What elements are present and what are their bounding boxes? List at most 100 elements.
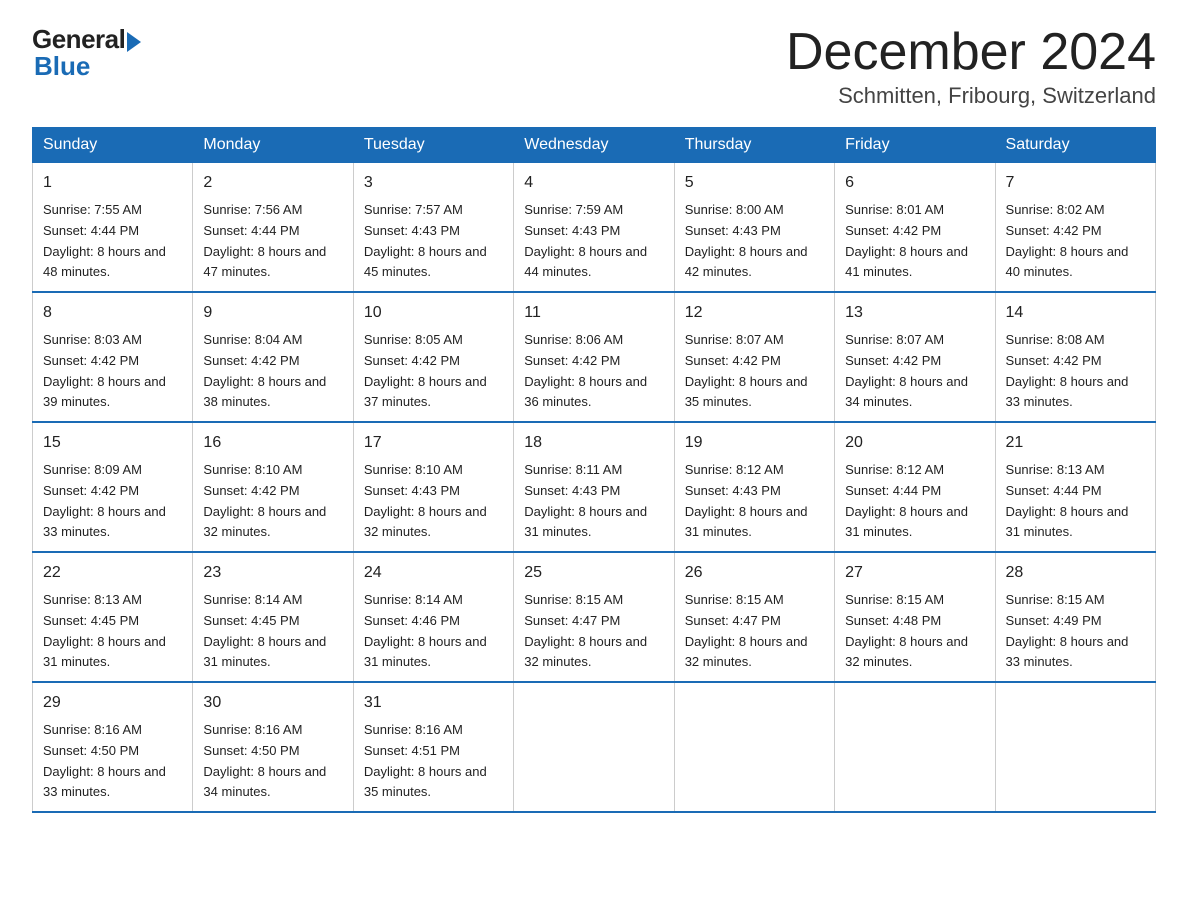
week-row-2: 8 Sunrise: 8:03 AMSunset: 4:42 PMDaylight… bbox=[33, 292, 1156, 422]
day-info: Sunrise: 8:16 AMSunset: 4:50 PMDaylight:… bbox=[43, 720, 182, 803]
day-cell: 6 Sunrise: 8:01 AMSunset: 4:42 PMDaylight… bbox=[835, 163, 995, 292]
week-row-3: 15 Sunrise: 8:09 AMSunset: 4:42 PMDayligh… bbox=[33, 422, 1156, 552]
day-info: Sunrise: 8:14 AMSunset: 4:45 PMDaylight:… bbox=[203, 590, 342, 673]
day-cell: 17 Sunrise: 8:10 AMSunset: 4:43 PMDayligh… bbox=[353, 422, 513, 552]
day-cell: 18 Sunrise: 8:11 AMSunset: 4:43 PMDayligh… bbox=[514, 422, 674, 552]
logo-blue-text: Blue bbox=[34, 51, 90, 82]
day-number: 19 bbox=[685, 431, 824, 456]
day-info: Sunrise: 8:16 AMSunset: 4:51 PMDaylight:… bbox=[364, 720, 503, 803]
col-header-sunday: Sunday bbox=[33, 128, 193, 163]
day-cell bbox=[835, 682, 995, 812]
day-info: Sunrise: 8:10 AMSunset: 4:43 PMDaylight:… bbox=[364, 460, 503, 543]
day-info: Sunrise: 8:16 AMSunset: 4:50 PMDaylight:… bbox=[203, 720, 342, 803]
day-cell: 1 Sunrise: 7:55 AMSunset: 4:44 PMDaylight… bbox=[33, 163, 193, 292]
day-number: 1 bbox=[43, 171, 182, 196]
day-info: Sunrise: 8:13 AMSunset: 4:44 PMDaylight:… bbox=[1006, 460, 1145, 543]
day-info: Sunrise: 8:06 AMSunset: 4:42 PMDaylight:… bbox=[524, 330, 663, 413]
title-block: December 2024 Schmitten, Fribourg, Switz… bbox=[786, 24, 1156, 109]
day-info: Sunrise: 8:03 AMSunset: 4:42 PMDaylight:… bbox=[43, 330, 182, 413]
day-cell: 5Sunrise: 8:00 AMSunset: 4:43 PMDaylight… bbox=[674, 163, 834, 292]
day-info: Sunrise: 7:56 AMSunset: 4:44 PMDaylight:… bbox=[203, 200, 342, 283]
month-title: December 2024 bbox=[786, 24, 1156, 81]
day-info: Sunrise: 8:04 AMSunset: 4:42 PMDaylight:… bbox=[203, 330, 342, 413]
logo-arrow-icon bbox=[127, 32, 141, 52]
day-info: Sunrise: 8:07 AMSunset: 4:42 PMDaylight:… bbox=[685, 330, 824, 413]
week-row-4: 22 Sunrise: 8:13 AMSunset: 4:45 PMDayligh… bbox=[33, 552, 1156, 682]
day-cell: 12 Sunrise: 8:07 AMSunset: 4:42 PMDayligh… bbox=[674, 292, 834, 422]
day-info: Sunrise: 8:15 AMSunset: 4:48 PMDaylight:… bbox=[845, 590, 984, 673]
day-cell: 25Sunrise: 8:15 AMSunset: 4:47 PMDayligh… bbox=[514, 552, 674, 682]
day-info: Sunrise: 8:12 AMSunset: 4:43 PMDaylight:… bbox=[685, 460, 824, 543]
day-info: Sunrise: 8:02 AMSunset: 4:42 PMDaylight:… bbox=[1006, 200, 1145, 283]
day-number: 13 bbox=[845, 301, 984, 326]
day-info: Sunrise: 8:14 AMSunset: 4:46 PMDaylight:… bbox=[364, 590, 503, 673]
day-number: 6 bbox=[845, 171, 984, 196]
day-info: Sunrise: 7:57 AMSunset: 4:43 PMDaylight:… bbox=[364, 200, 503, 283]
day-cell: 29 Sunrise: 8:16 AMSunset: 4:50 PMDayligh… bbox=[33, 682, 193, 812]
day-info: Sunrise: 8:13 AMSunset: 4:45 PMDaylight:… bbox=[43, 590, 182, 673]
day-cell: 7 Sunrise: 8:02 AMSunset: 4:42 PMDaylight… bbox=[995, 163, 1155, 292]
day-cell: 20Sunrise: 8:12 AMSunset: 4:44 PMDayligh… bbox=[835, 422, 995, 552]
col-header-friday: Friday bbox=[835, 128, 995, 163]
day-number: 10 bbox=[364, 301, 503, 326]
day-cell: 4 Sunrise: 7:59 AMSunset: 4:43 PMDaylight… bbox=[514, 163, 674, 292]
day-cell: 13 Sunrise: 8:07 AMSunset: 4:42 PMDayligh… bbox=[835, 292, 995, 422]
day-cell: 11 Sunrise: 8:06 AMSunset: 4:42 PMDayligh… bbox=[514, 292, 674, 422]
day-cell bbox=[995, 682, 1155, 812]
day-info: Sunrise: 8:01 AMSunset: 4:42 PMDaylight:… bbox=[845, 200, 984, 283]
location-subtitle: Schmitten, Fribourg, Switzerland bbox=[786, 83, 1156, 109]
day-cell: 14 Sunrise: 8:08 AMSunset: 4:42 PMDayligh… bbox=[995, 292, 1155, 422]
day-number: 21 bbox=[1006, 431, 1145, 456]
day-info: Sunrise: 8:11 AMSunset: 4:43 PMDaylight:… bbox=[524, 460, 663, 543]
day-info: Sunrise: 7:59 AMSunset: 4:43 PMDaylight:… bbox=[524, 200, 663, 283]
day-cell: 28Sunrise: 8:15 AMSunset: 4:49 PMDayligh… bbox=[995, 552, 1155, 682]
col-header-wednesday: Wednesday bbox=[514, 128, 674, 163]
day-cell bbox=[674, 682, 834, 812]
day-number: 22 bbox=[43, 561, 182, 586]
day-cell: 21 Sunrise: 8:13 AMSunset: 4:44 PMDayligh… bbox=[995, 422, 1155, 552]
day-info: Sunrise: 7:55 AMSunset: 4:44 PMDaylight:… bbox=[43, 200, 182, 283]
day-info: Sunrise: 8:05 AMSunset: 4:42 PMDaylight:… bbox=[364, 330, 503, 413]
day-info: Sunrise: 8:15 AMSunset: 4:47 PMDaylight:… bbox=[524, 590, 663, 673]
day-number: 24 bbox=[364, 561, 503, 586]
day-cell: 8 Sunrise: 8:03 AMSunset: 4:42 PMDaylight… bbox=[33, 292, 193, 422]
day-info: Sunrise: 8:15 AMSunset: 4:47 PMDaylight:… bbox=[685, 590, 824, 673]
day-number: 7 bbox=[1006, 171, 1145, 196]
logo: General Blue bbox=[32, 24, 141, 82]
day-number: 3 bbox=[364, 171, 503, 196]
day-number: 8 bbox=[43, 301, 182, 326]
day-number: 17 bbox=[364, 431, 503, 456]
day-number: 9 bbox=[203, 301, 342, 326]
day-number: 4 bbox=[524, 171, 663, 196]
day-info: Sunrise: 8:08 AMSunset: 4:42 PMDaylight:… bbox=[1006, 330, 1145, 413]
day-info: Sunrise: 8:12 AMSunset: 4:44 PMDaylight:… bbox=[845, 460, 984, 543]
day-info: Sunrise: 8:07 AMSunset: 4:42 PMDaylight:… bbox=[845, 330, 984, 413]
day-number: 18 bbox=[524, 431, 663, 456]
day-number: 30 bbox=[203, 691, 342, 716]
day-number: 23 bbox=[203, 561, 342, 586]
day-info: Sunrise: 8:15 AMSunset: 4:49 PMDaylight:… bbox=[1006, 590, 1145, 673]
day-info: Sunrise: 8:09 AMSunset: 4:42 PMDaylight:… bbox=[43, 460, 182, 543]
day-number: 12 bbox=[685, 301, 824, 326]
day-cell: 22 Sunrise: 8:13 AMSunset: 4:45 PMDayligh… bbox=[33, 552, 193, 682]
day-number: 29 bbox=[43, 691, 182, 716]
day-number: 27 bbox=[845, 561, 984, 586]
day-cell: 19 Sunrise: 8:12 AMSunset: 4:43 PMDayligh… bbox=[674, 422, 834, 552]
week-row-1: 1 Sunrise: 7:55 AMSunset: 4:44 PMDaylight… bbox=[33, 163, 1156, 292]
day-cell: 30 Sunrise: 8:16 AMSunset: 4:50 PMDayligh… bbox=[193, 682, 353, 812]
day-number: 11 bbox=[524, 301, 663, 326]
day-number: 26 bbox=[685, 561, 824, 586]
day-cell: 26 Sunrise: 8:15 AMSunset: 4:47 PMDayligh… bbox=[674, 552, 834, 682]
day-info: Sunrise: 8:00 AMSunset: 4:43 PMDaylight:… bbox=[685, 200, 824, 283]
day-cell: 3 Sunrise: 7:57 AMSunset: 4:43 PMDaylight… bbox=[353, 163, 513, 292]
col-header-tuesday: Tuesday bbox=[353, 128, 513, 163]
day-cell: 24 Sunrise: 8:14 AMSunset: 4:46 PMDayligh… bbox=[353, 552, 513, 682]
day-cell: 15 Sunrise: 8:09 AMSunset: 4:42 PMDayligh… bbox=[33, 422, 193, 552]
day-number: 15 bbox=[43, 431, 182, 456]
day-number: 2 bbox=[203, 171, 342, 196]
day-cell: 27 Sunrise: 8:15 AMSunset: 4:48 PMDayligh… bbox=[835, 552, 995, 682]
day-cell bbox=[514, 682, 674, 812]
week-row-5: 29 Sunrise: 8:16 AMSunset: 4:50 PMDayligh… bbox=[33, 682, 1156, 812]
day-number: 14 bbox=[1006, 301, 1145, 326]
day-cell: 31Sunrise: 8:16 AMSunset: 4:51 PMDayligh… bbox=[353, 682, 513, 812]
